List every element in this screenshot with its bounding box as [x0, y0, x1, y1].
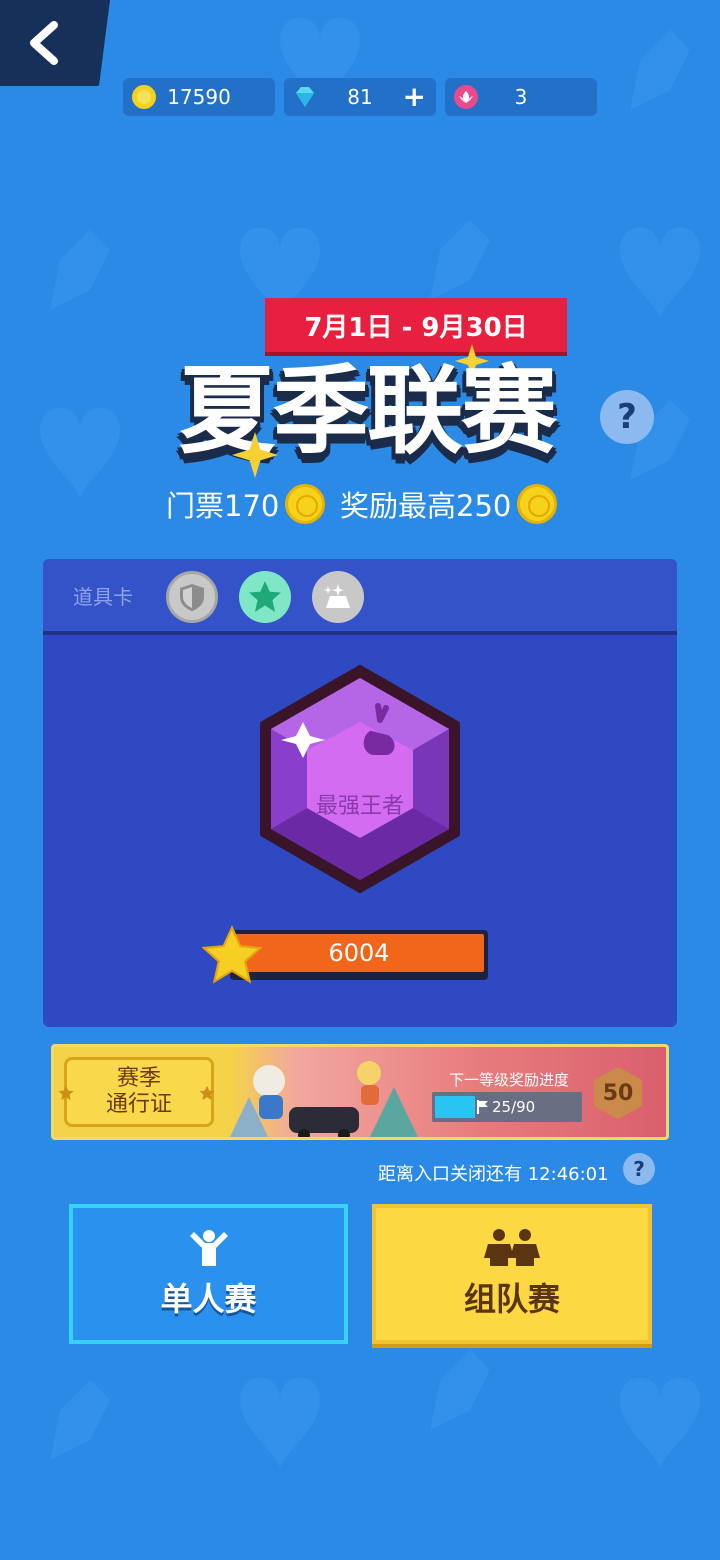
team-mode-label: 组队赛 — [463, 1280, 560, 1318]
back-button[interactable] — [0, 0, 110, 86]
pass-level-badge: 50 — [594, 1067, 642, 1119]
shield-icon[interactable] — [166, 571, 218, 623]
token-counter: 3 — [445, 78, 597, 116]
event-date-banner: 7月1日 - 9月30日 — [265, 298, 567, 352]
gem-counter[interactable]: 81 + — [284, 78, 436, 116]
rank-score-bar: 6004 — [230, 930, 488, 980]
coin-counter: 17590 — [123, 78, 275, 116]
star-icon[interactable] — [239, 571, 291, 623]
flag-icon — [477, 1100, 488, 1114]
single-player-icon — [189, 1230, 228, 1266]
event-title: 夏季联赛 — [179, 355, 557, 467]
star-icon — [202, 925, 262, 984]
coin-value: 17590 — [167, 85, 231, 109]
pass-characters-illustration — [229, 1061, 419, 1137]
pass-progress-text: 25/90 — [492, 1098, 536, 1116]
ticket-cost: 门票170 — [166, 482, 326, 526]
star-icon — [58, 1085, 74, 1101]
ticket-label: 门票170 — [166, 489, 280, 523]
season-pass-badge: 赛季 通行证 — [64, 1057, 214, 1127]
back-arrow-icon — [30, 21, 58, 65]
item-card-bar: 道具卡 — [43, 559, 677, 635]
season-pass-banner[interactable]: 赛季 通行证 下一等级奖励进度 25/90 50 — [51, 1044, 669, 1140]
pass-progress-label: 下一等级奖励进度 — [449, 1071, 570, 1089]
token-value: 3 — [514, 85, 528, 109]
team-players-icon — [484, 1229, 540, 1266]
single-mode-button[interactable]: 单人赛 — [69, 1204, 348, 1344]
pass-title-line2: 通行证 — [105, 1092, 172, 1117]
coin-icon — [517, 484, 558, 524]
rank-score-value: 6004 — [234, 934, 484, 972]
team-mode-button[interactable]: 组队赛 — [372, 1204, 652, 1344]
countdown-help-button[interactable]: ? — [623, 1153, 655, 1185]
single-mode-label: 单人赛 — [160, 1280, 257, 1318]
pass-progress-bar: 25/90 — [432, 1092, 582, 1122]
pass-progress-fill — [435, 1096, 475, 1118]
entry-countdown: 距离入口关闭还有 12:46:01 — [378, 1164, 609, 1185]
event-help-button[interactable]: ? — [600, 390, 654, 444]
sparkle-icon — [232, 432, 278, 478]
add-gems-button[interactable]: + — [403, 80, 426, 113]
reward-label: 奖励最高250 — [340, 489, 512, 523]
pedestal-sparkle-icon[interactable] — [312, 571, 364, 623]
pass-title-line1: 赛季 — [116, 1066, 161, 1091]
reward-max: 奖励最高250 — [340, 482, 558, 526]
rank-badge-gem — [260, 665, 460, 893]
rank-name: 最强王者 — [315, 794, 404, 819]
item-card-label: 道具卡 — [73, 585, 133, 609]
star-icon — [199, 1085, 215, 1101]
coin-icon — [285, 484, 326, 524]
